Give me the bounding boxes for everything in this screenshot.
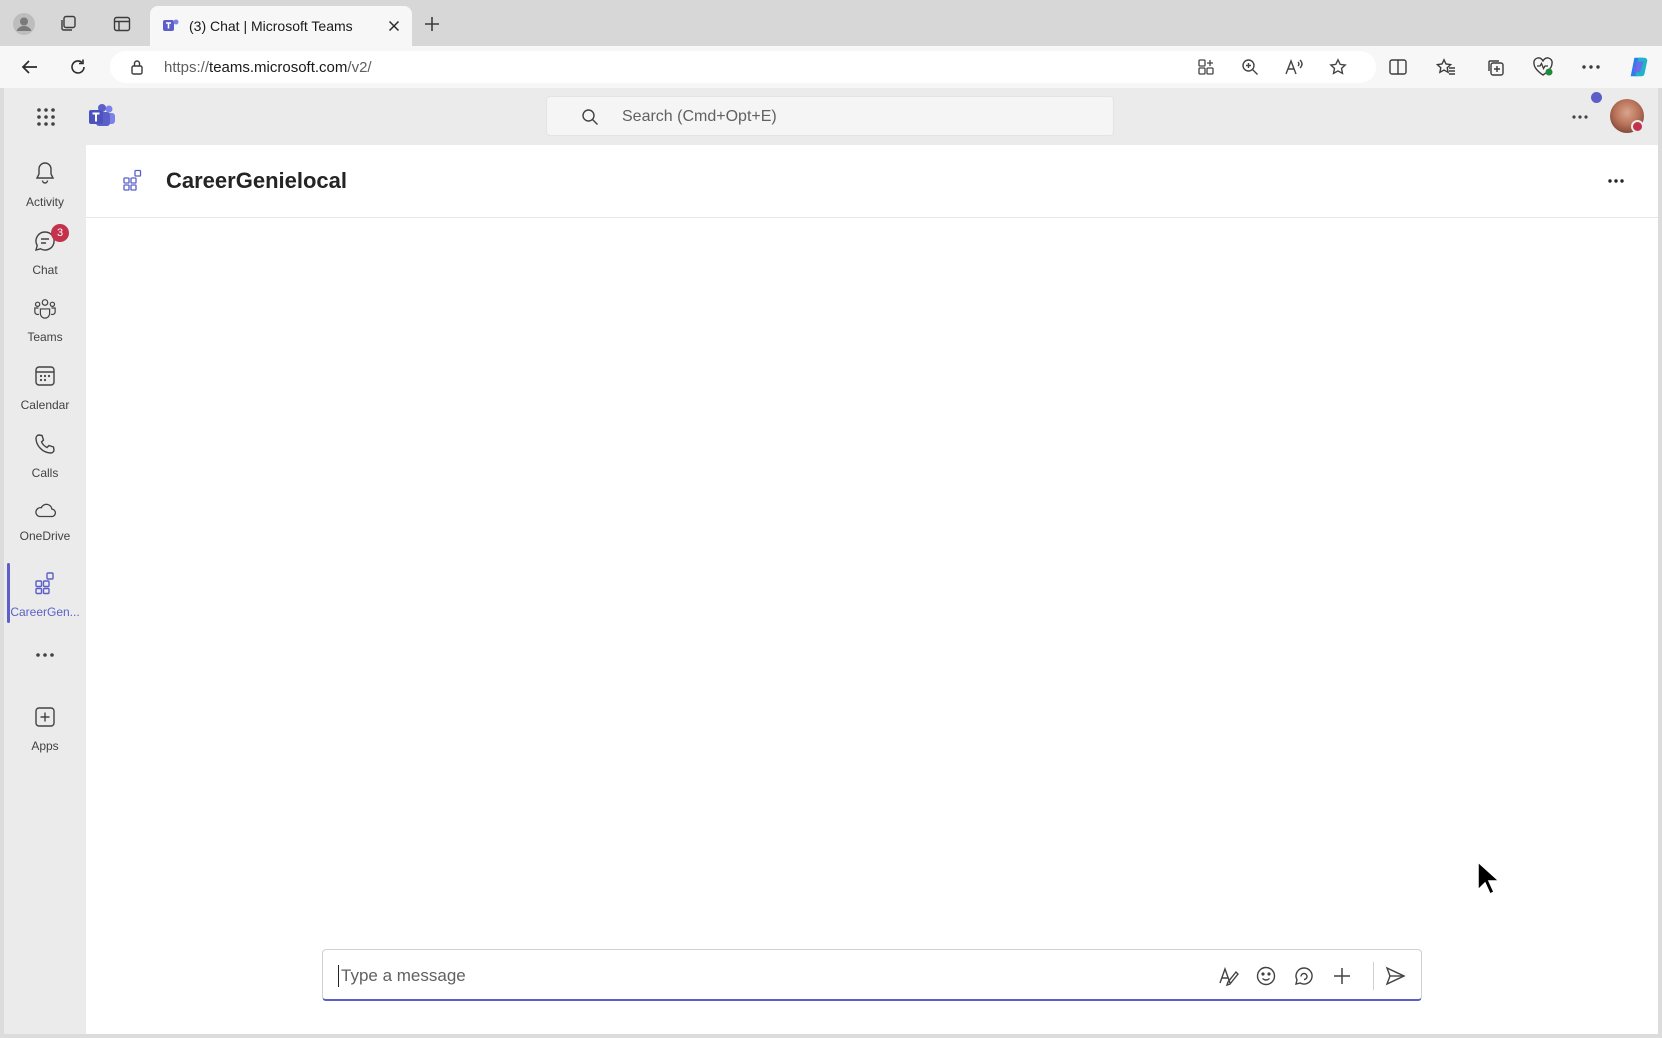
- composer-divider: [1373, 962, 1374, 990]
- split-screen-icon[interactable]: [1386, 55, 1410, 79]
- more-apps-icon: [33, 643, 57, 667]
- url-text: https://teams.microsoft.com/v2/: [164, 59, 372, 76]
- rail-more-apps[interactable]: [4, 635, 86, 675]
- page-title: CareerGenielocal: [166, 168, 347, 193]
- address-bar[interactable]: https://teams.microsoft.com/v2/: [110, 51, 1376, 83]
- search-placeholder: Search (Cmd+Opt+E): [622, 108, 777, 125]
- app-grid-icon: [123, 169, 142, 191]
- browser-menu-icon[interactable]: [1579, 55, 1603, 79]
- rail-item-calls[interactable]: Calls: [4, 424, 86, 488]
- teams-icon: [33, 296, 57, 320]
- rail-item-chat[interactable]: 3 Chat: [4, 221, 86, 285]
- rail-label-chat: Chat: [32, 263, 58, 277]
- search-icon: [582, 109, 598, 125]
- app-rail: Activity 3 Chat Teams Calendar Calls One…: [4, 145, 86, 1034]
- format-icon[interactable]: [1217, 964, 1241, 988]
- profile-icon[interactable]: [12, 12, 36, 36]
- app-launcher-icon[interactable]: [34, 105, 58, 129]
- app-grid-icon: [33, 571, 57, 595]
- calendar-icon: [33, 364, 57, 388]
- teams-header: Search (Cmd+Opt+E): [4, 88, 1658, 145]
- rail-label-activity: Activity: [25, 195, 64, 209]
- message-input[interactable]: Type a message: [341, 966, 466, 986]
- rail-item-onedrive[interactable]: OneDrive: [4, 491, 86, 555]
- favorites-icon[interactable]: [1434, 55, 1458, 79]
- rail-label-apps: Apps: [31, 739, 59, 753]
- cloud-icon: [33, 499, 57, 523]
- notification-dot: [1591, 92, 1602, 103]
- browser-essentials-icon[interactable]: [1531, 55, 1555, 79]
- zoom-icon[interactable]: [1240, 57, 1260, 77]
- presence-busy-icon: [1631, 120, 1644, 133]
- mouse-pointer-icon: [1476, 860, 1500, 896]
- rail-item-activity[interactable]: Activity: [4, 153, 86, 217]
- rail-item-calendar[interactable]: Calendar: [4, 356, 86, 420]
- emoji-icon[interactable]: [1254, 964, 1278, 988]
- copilot-icon[interactable]: [1627, 55, 1651, 79]
- loop-component-icon[interactable]: [1292, 964, 1316, 988]
- browser-toolbar: https://teams.microsoft.com/v2/: [0, 46, 1662, 88]
- teams-favicon-icon: [163, 19, 179, 31]
- rail-label-calls: Calls: [31, 466, 59, 480]
- settings-more-icon[interactable]: [1568, 105, 1592, 129]
- back-icon[interactable]: [18, 55, 42, 79]
- vertical-tabs-icon[interactable]: [110, 12, 134, 36]
- new-tab-icon[interactable]: [420, 12, 444, 36]
- attach-plus-icon[interactable]: [1330, 964, 1354, 988]
- send-icon[interactable]: [1383, 964, 1407, 988]
- app-more-options-icon[interactable]: [1604, 169, 1628, 193]
- favorite-star-icon[interactable]: [1328, 57, 1348, 77]
- teams-logo-icon: [89, 104, 115, 126]
- collections-icon[interactable]: [1483, 55, 1507, 79]
- rail-item-teams[interactable]: Teams: [4, 288, 86, 352]
- rail-item-careergenie[interactable]: CareerGen...: [4, 563, 86, 627]
- active-tab[interactable]: (3) Chat | Microsoft Teams: [150, 6, 412, 46]
- app-header: CareerGenielocal: [86, 145, 1658, 218]
- rail-label-teams: Teams: [27, 330, 63, 344]
- bell-icon: [33, 161, 57, 185]
- text-caret: [338, 965, 339, 987]
- close-tab-icon[interactable]: [386, 18, 402, 34]
- chat-unread-badge: 3: [51, 224, 69, 242]
- app-available-icon[interactable]: [1196, 57, 1216, 77]
- rail-item-apps[interactable]: Apps: [4, 697, 86, 761]
- lock-icon[interactable]: [130, 59, 144, 75]
- app-content: CareerGenielocal Type a message: [86, 145, 1658, 1034]
- rail-label-onedrive: OneDrive: [19, 529, 71, 543]
- refresh-icon[interactable]: [66, 55, 90, 79]
- rail-label-careergenie: CareerGen...: [10, 605, 80, 619]
- rail-label-calendar: Calendar: [20, 398, 70, 412]
- search-box[interactable]: Search (Cmd+Opt+E): [546, 96, 1114, 136]
- read-aloud-icon[interactable]: [1284, 57, 1304, 77]
- tab-title: (3) Chat | Microsoft Teams: [189, 18, 353, 34]
- add-app-icon: [33, 705, 57, 729]
- browser-tab-strip: (3) Chat | Microsoft Teams: [0, 0, 1662, 46]
- message-composer[interactable]: Type a message: [322, 949, 1422, 1001]
- phone-icon: [33, 432, 57, 456]
- workspaces-icon[interactable]: [56, 12, 80, 36]
